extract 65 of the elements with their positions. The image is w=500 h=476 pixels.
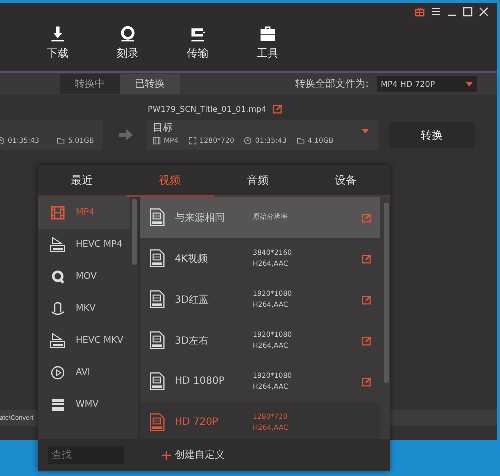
resolution-icon — [188, 137, 197, 145]
play-icon — [50, 365, 66, 381]
edit-icon[interactable] — [362, 294, 372, 304]
folder-icon — [57, 137, 66, 145]
file-icon — [150, 249, 165, 268]
target-label: 目标 — [153, 123, 173, 134]
convert-all-label: 转换全部文件为: — [296, 78, 369, 91]
format-item[interactable]: AVI — [38, 357, 130, 389]
format-item[interactable]: HEVC MKV — [38, 325, 130, 357]
convert-button[interactable]: 转换 — [389, 122, 475, 148]
category-tab[interactable]: 最近 — [38, 165, 126, 197]
scrollbar[interactable] — [132, 199, 137, 265]
format-item[interactable]: WMV — [38, 389, 130, 421]
caret-icon — [362, 129, 369, 134]
file-icon — [150, 208, 165, 227]
preset-name: HD 1080P — [175, 376, 226, 387]
plus-icon — [162, 450, 171, 460]
toolbar-button[interactable]: 下载 — [28, 25, 88, 61]
scrollbar[interactable] — [384, 203, 389, 383]
quicktime-icon — [50, 269, 66, 285]
format-item[interactable]: HEVC MP4 — [38, 229, 130, 261]
stripes-icon — [50, 397, 66, 413]
preset-name: 3D左右 — [175, 334, 210, 348]
preset-name: 3D红蓝 — [175, 294, 210, 306]
menu-icon[interactable] — [431, 7, 441, 17]
film-icon — [153, 137, 161, 145]
file-icon — [150, 372, 165, 391]
file-name: PW179_SCN_Title_01_01.mp4 — [148, 104, 267, 114]
edit-icon[interactable] — [362, 254, 372, 264]
toolbar-button[interactable]: 刻录 — [98, 25, 158, 61]
arrow-icon — [119, 129, 133, 141]
hevc-icon — [50, 333, 66, 349]
status-tab[interactable]: 已转换 — [120, 74, 180, 94]
disc-icon — [119, 25, 137, 43]
edit-icon[interactable] — [362, 336, 372, 346]
film-icon — [50, 205, 66, 221]
toolbar-button[interactable]: 传输 — [168, 25, 228, 61]
file-icon — [150, 290, 165, 309]
file-icon — [150, 331, 165, 350]
close-icon[interactable] — [479, 7, 489, 17]
preset-name: HD 720P — [175, 417, 220, 428]
search-field[interactable]: 查找 — [48, 446, 124, 464]
rename-icon[interactable] — [272, 104, 283, 114]
gift-icon[interactable] — [415, 7, 425, 17]
preset-name: 与来源相同 — [175, 212, 226, 224]
file-icon — [150, 413, 165, 432]
folder-icon — [296, 137, 305, 145]
category-tab[interactable]: 音频 — [214, 165, 302, 197]
caret-icon — [466, 82, 473, 86]
edit-icon[interactable] — [362, 376, 372, 386]
status-tab[interactable]: 转换中 — [60, 74, 120, 94]
download-icon — [49, 25, 67, 43]
format-item[interactable]: MKV — [38, 293, 130, 325]
create-custom-button[interactable]: 创建自定义 — [156, 447, 231, 463]
maximize-icon[interactable] — [463, 7, 473, 17]
matroska-icon — [50, 301, 66, 317]
toolbar-button[interactable]: 工具 — [238, 25, 298, 61]
clock-icon — [244, 137, 252, 145]
format-item[interactable]: MOV — [38, 261, 130, 293]
category-tab[interactable]: 设备 — [302, 165, 390, 197]
toolbox-icon — [259, 25, 277, 43]
preset-name: 4K视频 — [175, 252, 209, 266]
hevc-icon — [50, 237, 66, 253]
edit-icon[interactable] — [362, 212, 372, 222]
format-dropdown[interactable]: MP4 HD 720P — [377, 76, 477, 92]
